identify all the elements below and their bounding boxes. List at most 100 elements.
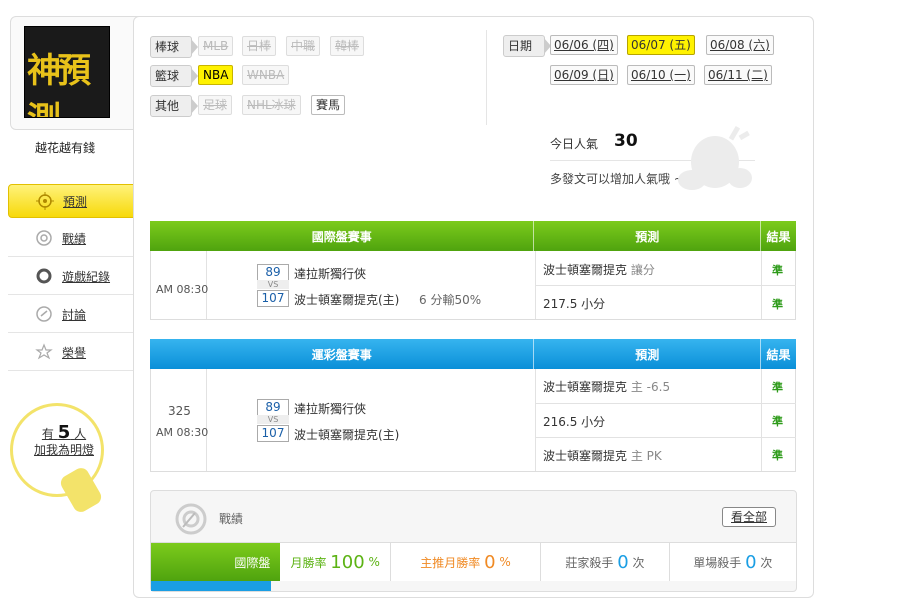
- filter-label-basketball: 籃球: [150, 65, 199, 87]
- fans-cta: 加我為明燈: [33, 443, 94, 457]
- fans-suffix: 人: [74, 427, 87, 441]
- game-time: AM 08:30: [156, 426, 209, 439]
- prediction-team: 波士頓塞爾提克: [543, 263, 628, 277]
- date-0610[interactable]: 06/10 (一): [627, 65, 695, 85]
- stats-row-next: [151, 581, 271, 591]
- target-icon: [34, 228, 54, 248]
- mascot-icon: [670, 120, 760, 203]
- prediction-pick: 波士頓塞爾提克 主 -6.5: [543, 378, 670, 395]
- divider: [486, 30, 487, 125]
- away-team[interactable]: 達拉斯獨行俠: [294, 400, 366, 417]
- stat-unit: 次: [760, 555, 773, 570]
- tag-horse-racing[interactable]: 賽馬: [311, 95, 346, 115]
- stat-value: 0: [617, 551, 629, 573]
- stat-unit: 次: [632, 555, 645, 570]
- tag-nba[interactable]: NBA: [198, 65, 234, 85]
- result-mark: 準: [772, 298, 783, 311]
- col-header-event: 國際盤賽事: [150, 221, 535, 251]
- medal-icon: [34, 342, 54, 362]
- date-0608[interactable]: 06/08 (六): [706, 35, 774, 55]
- chat-icon: [34, 304, 54, 324]
- stat-unit: %: [368, 555, 380, 569]
- stat-banker-killer: 莊家殺手 0 次: [541, 543, 670, 581]
- away-score: 89: [257, 399, 289, 416]
- stat-value: 0: [484, 551, 496, 573]
- spread-note: 6 分輸50%: [419, 293, 482, 307]
- home-team[interactable]: 波士頓塞爾提克(主): [294, 426, 399, 443]
- stats-row: 國際盤 月勝率 100 % 主推月勝率 0 % 莊家殺手 0 次 單場殺手 0 …: [151, 542, 796, 581]
- ring-icon: [34, 266, 54, 286]
- vs-label: VS: [257, 280, 289, 289]
- result-mark: 準: [772, 381, 783, 394]
- home-score: 107: [257, 425, 289, 442]
- filter-label-other: 其他: [150, 95, 199, 117]
- home-team[interactable]: 波士頓塞爾提克(主): [294, 291, 399, 308]
- prediction-detail: 讓分: [630, 263, 655, 277]
- home-score: 107: [257, 290, 289, 307]
- left-nav-label: 預測: [63, 194, 88, 209]
- crosshair-icon: [35, 191, 55, 211]
- date-0607[interactable]: 06/07 (五): [627, 35, 695, 55]
- prediction-team: 波士頓塞爾提克: [543, 449, 628, 463]
- left-nav-predict[interactable]: 預測: [8, 184, 154, 218]
- prediction-detail: 主 PK: [630, 449, 662, 463]
- col-header-event: 運彩盤賽事: [150, 339, 535, 369]
- view-all-button[interactable]: 看全部: [722, 507, 777, 527]
- result-mark: 準: [772, 264, 783, 277]
- prediction-total: 216.5 小分: [543, 415, 606, 429]
- lottery-table-row: 325 AM 08:30 89 VS 107 達拉斯獨行俠 波士頓塞爾提克(主)…: [150, 369, 796, 472]
- left-nav-game-log[interactable]: 遊戲紀錄: [8, 258, 134, 295]
- col-header-prediction: 預測: [534, 221, 762, 251]
- stat-label: 主推月勝率: [420, 555, 481, 570]
- stat-value: 0: [745, 551, 757, 573]
- stats-title: 戰績: [219, 512, 244, 526]
- tag-soccer[interactable]: 足球: [198, 95, 233, 115]
- date-0611[interactable]: 06/11 (二): [704, 65, 772, 85]
- stat-unit: %: [499, 555, 511, 569]
- game-number: 325: [168, 404, 191, 418]
- intl-table: 國際盤賽事 預測 結果 AM 08:30 89 VS 107 達拉斯獨行俠 波士…: [150, 221, 796, 320]
- result-mark: 準: [772, 415, 783, 428]
- date-0609[interactable]: 06/09 (日): [550, 65, 618, 85]
- stats-panel: 戰績 看全部 國際盤 月勝率 100 % 主推月勝率 0 % 莊家殺手 0 次 …: [150, 490, 797, 592]
- tag-cpbl[interactable]: 中職: [286, 36, 321, 56]
- intl-table-row: AM 08:30 89 VS 107 達拉斯獨行俠 波士頓塞爾提克(主) 6 分…: [150, 251, 796, 320]
- avatar-text: 神預測: [27, 51, 91, 117]
- prediction-total: 217.5 小分: [543, 297, 606, 311]
- popularity-value: 30: [614, 131, 638, 151]
- fans-link[interactable]: 有 5 人 加我為明燈: [24, 422, 104, 458]
- tag-jp-baseball[interactable]: 日棒: [242, 36, 277, 56]
- col-header-prediction: 預測: [534, 339, 762, 369]
- tag-kbo[interactable]: 韓棒: [330, 36, 365, 56]
- left-nav-record[interactable]: 戰績: [8, 220, 134, 257]
- lottery-table-header: 運彩盤賽事 預測 結果: [150, 339, 796, 369]
- popularity-hint: 多發文可以增加人氣哦 ~: [550, 172, 684, 186]
- left-nav-label: 戰績: [62, 231, 87, 246]
- fans-prefix: 有: [41, 427, 54, 441]
- stat-label: 單場殺手: [693, 555, 742, 570]
- intl-table-header: 國際盤賽事 預測 結果: [150, 221, 796, 251]
- stats-row-label: 國際盤: [151, 543, 281, 581]
- stat-main-win: 主推月勝率 0 %: [391, 543, 542, 581]
- away-team[interactable]: 達拉斯獨行俠: [294, 265, 366, 282]
- col-header-result: 結果: [766, 347, 791, 362]
- tag-wnba[interactable]: WNBA: [242, 65, 290, 85]
- stat-month-win: 月勝率 100 %: [280, 543, 391, 581]
- stat-label: 月勝率: [290, 555, 327, 570]
- filter-label-baseball: 棒球: [150, 36, 199, 58]
- left-nav-label: 遊戲紀錄: [62, 269, 111, 284]
- vs-label: VS: [257, 415, 289, 424]
- avatar[interactable]: 神預測: [24, 26, 110, 118]
- lottery-table: 運彩盤賽事 預測 結果 325 AM 08:30 89 VS 107 達拉斯獨行…: [150, 339, 796, 472]
- left-nav-honor[interactable]: 榮譽: [8, 334, 134, 371]
- username: 越花越有錢: [34, 141, 95, 155]
- date-0606[interactable]: 06/06 (四): [550, 35, 618, 55]
- result-mark: 準: [772, 449, 783, 462]
- fans-count: 5: [57, 422, 71, 443]
- left-nav-discuss[interactable]: 討論: [8, 296, 134, 333]
- target-icon: [173, 501, 209, 540]
- stat-value: 100: [330, 551, 365, 573]
- left-nav-label: 討論: [62, 307, 87, 322]
- tag-mlb[interactable]: MLB: [198, 36, 234, 56]
- tag-nhl[interactable]: NHL冰球: [242, 95, 301, 115]
